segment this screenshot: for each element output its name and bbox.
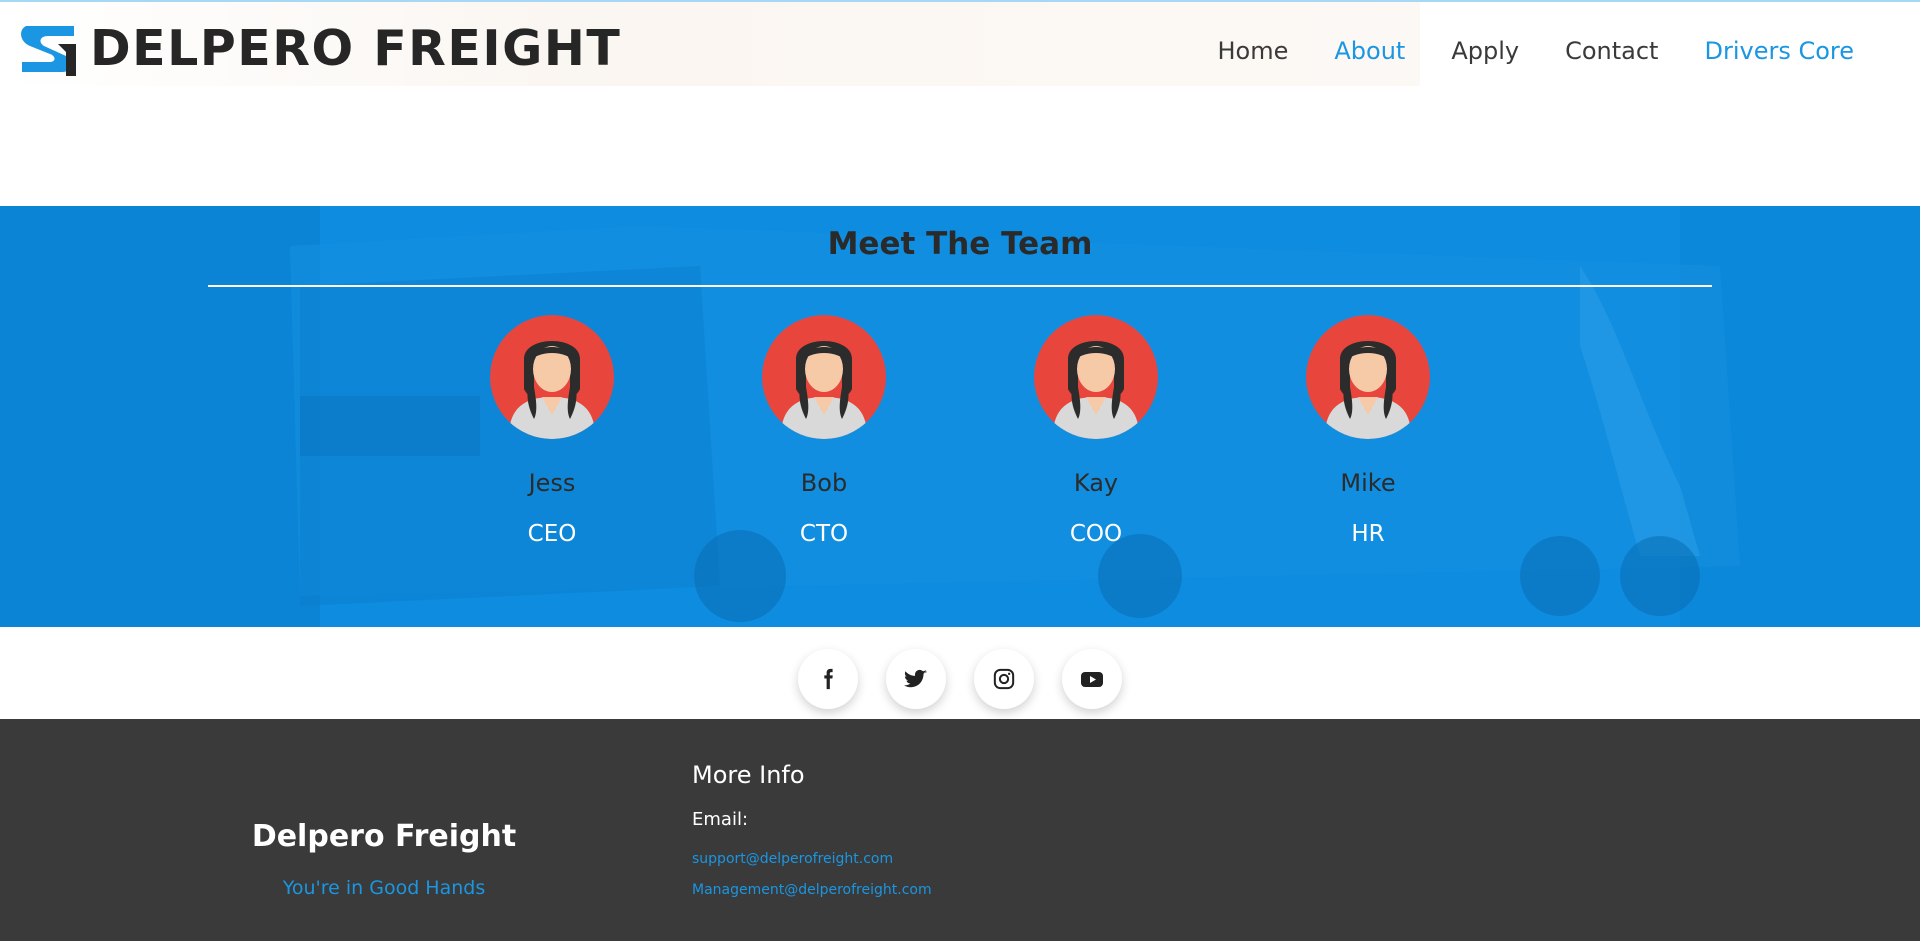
female-avatar-icon (1034, 315, 1158, 439)
team-member-card: Jess CEO (452, 315, 652, 547)
nav-home[interactable]: Home (1217, 36, 1288, 66)
site-footer: Delpero Freight You're in Good Hands Mor… (0, 719, 1920, 941)
social-links (0, 627, 1920, 719)
management-email-link[interactable]: Management@delperofreight.com (692, 882, 932, 898)
footer-brand-name: Delpero Freight (251, 819, 517, 854)
site-logo[interactable]: DELPERO FREIGHT (18, 22, 621, 76)
facebook-button[interactable] (798, 649, 858, 709)
truck-background-image (0, 206, 1920, 627)
member-role: CEO (527, 521, 577, 547)
member-name: Bob (800, 469, 848, 497)
youtube-button[interactable] (1062, 649, 1122, 709)
member-name: Jess (528, 469, 576, 497)
team-title: Meet The Team (827, 226, 1093, 262)
site-header: DELPERO FREIGHT Home About Apply Contact… (0, 2, 1920, 86)
nav-drivers-core[interactable]: Drivers Core (1704, 36, 1854, 66)
nav-about[interactable]: About (1334, 36, 1405, 66)
team-section: Meet The Team Jess CEO Bob CTO Kay COO M… (0, 206, 1920, 627)
youtube-icon (1081, 672, 1103, 687)
twitter-button[interactable] (886, 649, 946, 709)
twitter-icon (904, 669, 927, 688)
female-avatar-icon (762, 315, 886, 439)
member-name: Kay (1073, 469, 1119, 497)
facebook-icon (824, 668, 833, 690)
logo-mark-icon (21, 26, 76, 76)
member-role: CTO (799, 521, 849, 547)
instagram-icon (993, 668, 1015, 690)
main-nav: Home About Apply Contact Drivers Core (1217, 36, 1854, 66)
female-avatar-icon (490, 315, 614, 439)
email-label: Email: (692, 809, 749, 830)
logo-text: DELPERO FREIGHT (90, 20, 622, 77)
member-role: HR (1351, 521, 1385, 547)
support-email-link[interactable]: support@delperofreight.com (692, 851, 893, 867)
member-name: Mike (1340, 469, 1396, 497)
nav-apply[interactable]: Apply (1451, 36, 1519, 66)
team-member-card: Kay COO (996, 315, 1196, 547)
footer-tagline: You're in Good Hands (282, 877, 486, 899)
team-member-card: Mike HR (1268, 315, 1468, 547)
member-role: COO (1069, 521, 1123, 547)
nav-contact[interactable]: Contact (1565, 36, 1658, 66)
instagram-button[interactable] (974, 649, 1034, 709)
female-avatar-icon (1306, 315, 1430, 439)
more-info-title: More Info (692, 761, 805, 789)
team-divider (208, 285, 1712, 287)
team-member-card: Bob CTO (724, 315, 924, 547)
